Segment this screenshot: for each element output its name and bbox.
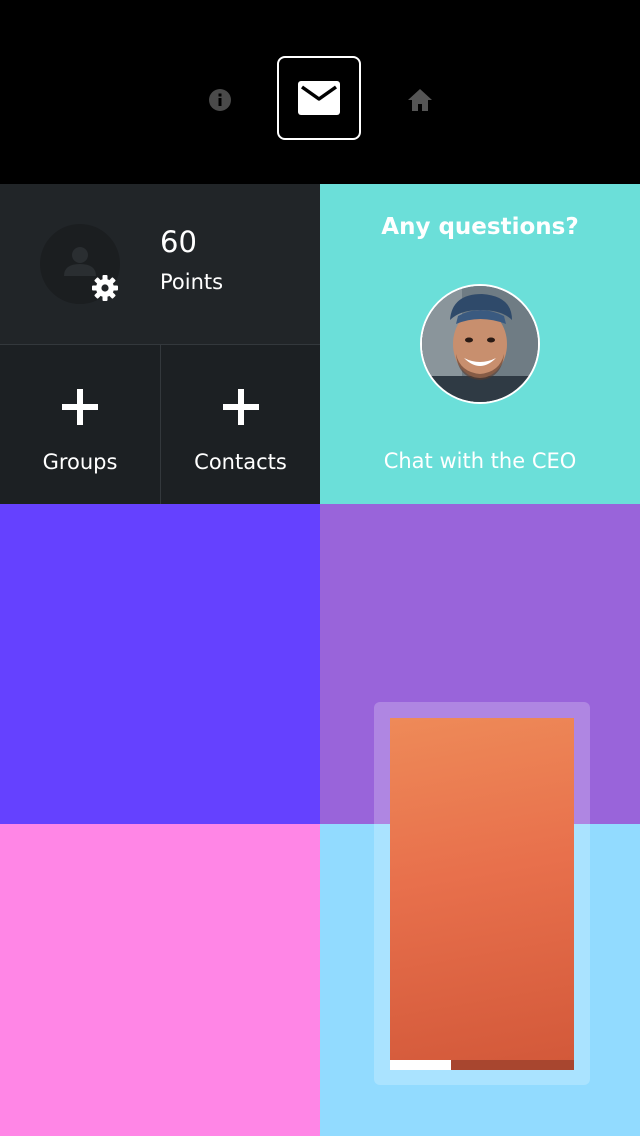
mail-tab-button[interactable] <box>277 56 361 140</box>
home-icon[interactable] <box>406 86 434 114</box>
ceo-chat-tile[interactable]: Any questions? Chat with the CEO <box>320 184 640 504</box>
gear-icon[interactable] <box>90 273 120 303</box>
top-navigation <box>0 0 640 184</box>
ceo-heading: Any questions? <box>381 214 579 240</box>
app-screen: 60 Points Groups Contacts Any questions? <box>0 0 640 1136</box>
points-value: 60 <box>160 225 197 259</box>
profile-tile[interactable]: 60 Points <box>0 184 320 344</box>
info-icon[interactable] <box>207 87 233 113</box>
contacts-label: Contacts <box>194 450 287 474</box>
story-progress-fill <box>390 1060 451 1070</box>
groups-label: Groups <box>42 450 118 474</box>
story-progress-bar <box>390 1060 574 1070</box>
tile-pink[interactable] <box>0 824 320 1136</box>
chat-with-ceo-link[interactable]: Chat with the CEO <box>320 447 640 475</box>
ceo-avatar[interactable] <box>420 284 540 404</box>
plus-icon <box>62 389 98 425</box>
mail-icon <box>298 81 340 115</box>
story-preview-card[interactable] <box>374 702 590 1085</box>
tile-violet[interactable] <box>0 504 320 824</box>
add-contact-button[interactable]: Contacts <box>161 345 320 504</box>
points-label: Points <box>160 270 224 294</box>
add-group-button[interactable]: Groups <box>0 345 160 504</box>
story-image <box>390 718 574 1060</box>
plus-icon <box>222 389 259 425</box>
